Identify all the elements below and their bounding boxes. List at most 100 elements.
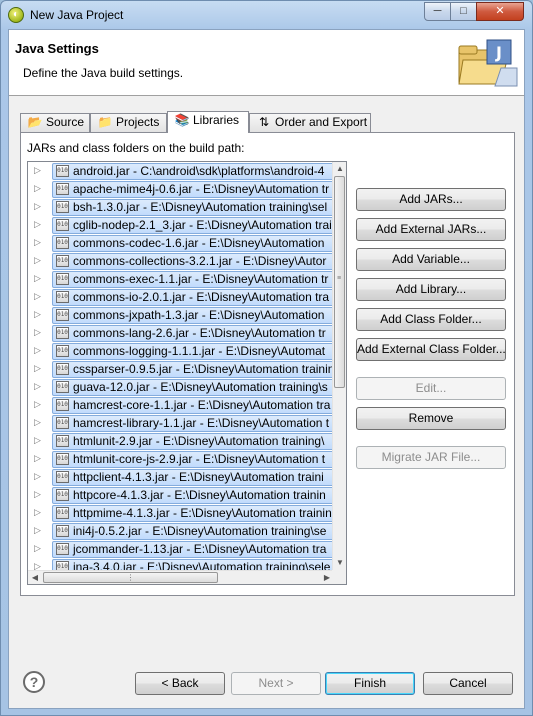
scroll-corner xyxy=(332,570,346,584)
library-label: commons-jxpath-1.3.jar - E:\Disney\Autom… xyxy=(73,308,325,322)
library-row[interactable]: ▷ 010 ini4j-0.5.2.jar - E:\Disney\Automati… xyxy=(28,522,334,540)
add-jars-button[interactable]: Add JARs... xyxy=(356,188,506,211)
library-row[interactable]: ▷ 010 commons-io-2.0.1.jar - E:\Disney\Aut… xyxy=(28,288,334,306)
library-row[interactable]: ▷ 010 httpclient-4.1.3.jar - E:\Disney\Aut… xyxy=(28,468,334,486)
library-row[interactable]: ▷ 010 commons-collections-3.2.1.jar - E:\D… xyxy=(28,252,334,270)
library-row[interactable]: ▷ 010 guava-12.0.jar - E:\Disney\Automatio… xyxy=(28,378,334,396)
jar-file-icon: 010 xyxy=(56,273,69,285)
jar-file-icon: 010 xyxy=(56,309,69,321)
library-row[interactable]: ▷ 010 cglib-nodep-2.1_3.jar - E:\Disney\Au… xyxy=(28,216,334,234)
library-label: cglib-nodep-2.1_3.jar - E:\Disney\Automa… xyxy=(73,218,332,232)
library-row[interactable]: ▷ 010 commons-logging-1.1.1.jar - E:\Disne… xyxy=(28,342,334,360)
vertical-scrollbar[interactable]: ▲ ≡ ▼ xyxy=(332,162,346,570)
horizontal-scroll-thumb[interactable]: ⋮ xyxy=(43,572,218,583)
library-label: hamcrest-core-1.1.jar - E:\Disney\Automa… xyxy=(73,398,331,412)
expand-arrow-icon[interactable]: ▷ xyxy=(34,309,41,320)
library-label: bsh-1.3.0.jar - E:\Disney\Automation tra… xyxy=(73,200,328,214)
build-path-tree[interactable]: ▷ 010 android.jar - C:\android\sdk\platfor… xyxy=(27,161,347,585)
add-class-folder-button[interactable]: Add Class Folder... xyxy=(356,308,506,331)
library-row[interactable]: ▷ 010 commons-lang-2.6.jar - E:\Disney\Aut… xyxy=(28,324,334,342)
library-row[interactable]: ▷ 010 commons-codec-1.6.jar - E:\Disney\Au… xyxy=(28,234,334,252)
library-label: httpclient-4.1.3.jar - E:\Disney\Automat… xyxy=(73,470,324,484)
expand-arrow-icon[interactable]: ▷ xyxy=(34,183,41,194)
back-button[interactable]: < Back xyxy=(135,672,225,695)
remove-button[interactable]: Remove xyxy=(356,407,506,430)
expand-arrow-icon[interactable]: ▷ xyxy=(34,165,41,176)
library-row[interactable]: ▷ 010 hamcrest-core-1.1.jar - E:\Disney\Au… xyxy=(28,396,334,414)
expand-arrow-icon[interactable]: ▷ xyxy=(34,219,41,230)
expand-arrow-icon[interactable]: ▷ xyxy=(34,489,41,500)
expand-arrow-icon[interactable]: ▷ xyxy=(34,453,41,464)
edit-button[interactable]: Edit... xyxy=(356,377,506,400)
finish-button[interactable]: Finish xyxy=(325,672,415,695)
cancel-button[interactable]: Cancel xyxy=(423,672,513,695)
expand-arrow-icon[interactable]: ▷ xyxy=(34,543,41,554)
jar-file-icon: 010 xyxy=(56,381,69,393)
add-library-button[interactable]: Add Library... xyxy=(356,278,506,301)
add-external-jars-button[interactable]: Add External JARs... xyxy=(356,218,506,241)
expand-arrow-icon[interactable]: ▷ xyxy=(34,525,41,536)
dialog-client-area: Java Settings Define the Java build sett… xyxy=(8,29,525,709)
library-label: commons-io-2.0.1.jar - E:\Disney\Automat… xyxy=(73,290,330,304)
tab-order-and-export[interactable]: ⇅ Order and Export xyxy=(249,113,371,132)
library-row[interactable]: ▷ 010 htmlunit-2.9.jar - E:\Disney\Automat… xyxy=(28,432,334,450)
title-bar[interactable]: ◐ New Java Project ─ □ ✕ xyxy=(1,1,532,29)
library-row[interactable]: ▷ 010 apache-mime4j-0.6.jar - E:\Disney\Au… xyxy=(28,180,334,198)
window-title: New Java Project xyxy=(30,8,124,22)
add-variable-button[interactable]: Add Variable... xyxy=(356,248,506,271)
jar-file-icon: 010 xyxy=(56,165,69,177)
expand-arrow-icon[interactable]: ▷ xyxy=(34,255,41,266)
vertical-scroll-thumb[interactable]: ≡ xyxy=(334,176,345,388)
library-label: commons-codec-1.6.jar - E:\Disney\Automa… xyxy=(73,236,325,250)
library-row[interactable]: ▷ 010 hamcrest-library-1.1.jar - E:\Disney… xyxy=(28,414,334,432)
expand-arrow-icon[interactable]: ▷ xyxy=(34,327,41,338)
library-row[interactable]: ▷ 010 jcommander-1.13.jar - E:\Disney\Auto… xyxy=(28,540,334,558)
scroll-left-arrow-icon[interactable]: ◀ xyxy=(28,571,42,584)
expand-arrow-icon[interactable]: ▷ xyxy=(34,399,41,410)
library-label: guava-12.0.jar - E:\Disney\Automation tr… xyxy=(73,380,328,394)
add-external-class-folder-button[interactable]: Add External Class Folder... xyxy=(356,338,506,361)
expand-arrow-icon[interactable]: ▷ xyxy=(34,507,41,518)
tab-libraries[interactable]: 📚 Libraries xyxy=(167,111,249,133)
scroll-up-arrow-icon[interactable]: ▲ xyxy=(333,162,346,176)
library-row[interactable]: ▷ 010 cssparser-0.9.5.jar - E:\Disney\Auto… xyxy=(28,360,334,378)
minimize-button[interactable]: ─ xyxy=(424,2,451,21)
help-icon[interactable]: ? xyxy=(23,671,45,693)
jar-file-icon: 010 xyxy=(56,435,69,447)
library-label: commons-lang-2.6.jar - E:\Disney\Automat… xyxy=(73,326,326,340)
expand-arrow-icon[interactable]: ▷ xyxy=(34,201,41,212)
expand-arrow-icon[interactable]: ▷ xyxy=(34,435,41,446)
scroll-down-arrow-icon[interactable]: ▼ xyxy=(333,556,346,570)
horizontal-scrollbar[interactable]: ◀ ⋮ ▶ xyxy=(28,570,334,584)
expand-arrow-icon[interactable]: ▷ xyxy=(34,273,41,284)
library-row[interactable]: ▷ 010 httpmime-4.1.3.jar - E:\Disney\Autom… xyxy=(28,504,334,522)
library-label: htmlunit-core-js-2.9.jar - E:\Disney\Aut… xyxy=(73,452,326,466)
tab-source[interactable]: 📂 Source xyxy=(20,113,90,132)
library-row[interactable]: ▷ 010 bsh-1.3.0.jar - E:\Disney\Automation… xyxy=(28,198,334,216)
expand-arrow-icon[interactable]: ▷ xyxy=(34,471,41,482)
library-row[interactable]: ▷ 010 commons-exec-1.1.jar - E:\Disney\Aut… xyxy=(28,270,334,288)
close-button[interactable]: ✕ xyxy=(476,2,524,21)
java-project-wizard-icon: J xyxy=(458,39,518,87)
jar-file-icon: 010 xyxy=(56,345,69,357)
library-row[interactable]: ▷ 010 httpcore-4.1.3.jar - E:\Disney\Autom… xyxy=(28,486,334,504)
expand-arrow-icon[interactable]: ▷ xyxy=(34,237,41,248)
tab-projects[interactable]: 📁 Projects xyxy=(90,113,167,132)
expand-arrow-icon[interactable]: ▷ xyxy=(34,363,41,374)
expand-arrow-icon[interactable]: ▷ xyxy=(34,561,41,570)
library-row[interactable]: ▷ 010 android.jar - C:\android\sdk\platfor… xyxy=(28,162,334,180)
maximize-button[interactable]: □ xyxy=(450,2,477,21)
expand-arrow-icon[interactable]: ▷ xyxy=(34,417,41,428)
jar-file-icon: 010 xyxy=(56,201,69,213)
svg-text:J: J xyxy=(495,43,502,62)
library-row[interactable]: ▷ 010 commons-jxpath-1.3.jar - E:\Disney\A… xyxy=(28,306,334,324)
next-button[interactable]: Next > xyxy=(231,672,321,695)
expand-arrow-icon[interactable]: ▷ xyxy=(34,381,41,392)
library-row[interactable]: ▷ 010 jna-3.4.0.jar - E:\Disney\Automation… xyxy=(28,558,334,570)
expand-arrow-icon[interactable]: ▷ xyxy=(34,291,41,302)
expand-arrow-icon[interactable]: ▷ xyxy=(34,345,41,356)
library-row[interactable]: ▷ 010 htmlunit-core-js-2.9.jar - E:\Disney… xyxy=(28,450,334,468)
migrate-jar-file-button[interactable]: Migrate JAR File... xyxy=(356,446,506,469)
page-description: Define the Java build settings. xyxy=(23,66,184,80)
wizard-banner: Java Settings Define the Java build sett… xyxy=(9,30,524,96)
